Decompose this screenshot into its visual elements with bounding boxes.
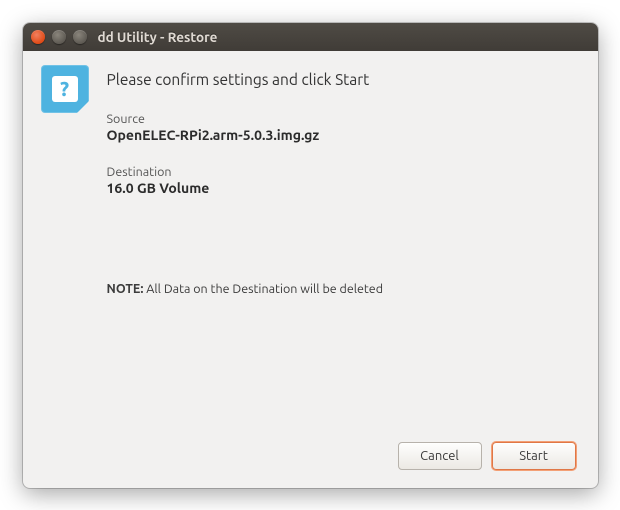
window-title: dd Utility - Restore <box>98 29 218 45</box>
question-icon: ? <box>41 65 89 113</box>
window-maximize-button[interactable] <box>73 30 87 44</box>
dialog-heading: Please confirm settings and click Start <box>107 71 580 88</box>
button-row: Cancel Start <box>41 436 580 474</box>
warning-note: NOTE: All Data on the Destination will b… <box>107 282 580 296</box>
note-prefix: NOTE: <box>107 282 144 296</box>
window-close-button[interactable] <box>31 30 45 44</box>
cancel-button[interactable]: Cancel <box>398 442 482 470</box>
note-text: All Data on the Destination will be dele… <box>143 282 383 296</box>
dialog-content: ? Please confirm settings and click Star… <box>23 51 598 488</box>
source-label: Source <box>107 112 580 126</box>
window-minimize-button[interactable] <box>52 30 66 44</box>
destination-label: Destination <box>107 165 580 179</box>
source-value: OpenELEC-RPi2.arm-5.0.3.img.gz <box>107 127 580 143</box>
start-button[interactable]: Start <box>492 442 576 470</box>
dialog-window: dd Utility - Restore ? Please confirm se… <box>23 23 598 488</box>
destination-value: 16.0 GB Volume <box>107 180 580 196</box>
titlebar: dd Utility - Restore <box>23 23 598 51</box>
